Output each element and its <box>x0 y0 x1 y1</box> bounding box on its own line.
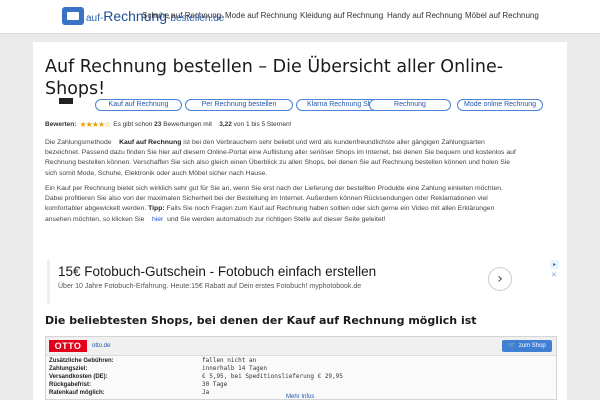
cart-icon: 🛒 <box>508 343 516 349</box>
rating-score-suffix: von 1 bis 5 Sternen! <box>233 121 292 128</box>
otto-logo[interactable]: OTTO <box>49 340 87 352</box>
intro-paragraph: Die Zahlungsmethode Kauf auf Rechnung is… <box>45 138 520 179</box>
nav-item-moebel[interactable]: Möbel auf Rechnung <box>465 11 539 20</box>
para1-start: Die Zahlungsmethode <box>45 139 112 146</box>
advertisement[interactable]: 15€ Fotobuch-Gutschein - Fotobuch einfac… <box>47 260 559 304</box>
shops-section-title: Die beliebtesten Shops, bei denen der Ka… <box>45 314 477 327</box>
nav-item-schuhe[interactable]: Schuhe auf Rechnung <box>142 11 221 20</box>
to-shop-button[interactable]: 🛒 zum Shop <box>502 340 552 352</box>
to-shop-label: zum Shop <box>518 343 546 349</box>
nav-item-handy[interactable]: Handy auf Rechnung <box>387 11 462 20</box>
shop-card-otto: OTTO otto.de 🛒 zum Shop Zusätzliche Gebüh… <box>45 336 557 400</box>
video-link[interactable]: hier <box>152 216 163 223</box>
top-navigation: auf-Rechnung-bestellen.de Schuhe auf Rec… <box>0 0 600 34</box>
shop-url[interactable]: otto.de <box>92 343 110 349</box>
shop-row-key: Zahlungsziel: <box>49 366 88 372</box>
logo-prefix: auf- <box>86 13 104 24</box>
shop-row-key: Zusätzliche Gebühren: <box>49 358 114 364</box>
shop-row-value: innerhalb 14 Tagen <box>202 365 268 372</box>
adchoices-icon[interactable]: ▸ <box>550 260 559 269</box>
rating-row: Bewerten: ★★★★☆ Es gibt schon 23 Bewertu… <box>45 120 292 129</box>
rating-count-suffix: Bewertungen mit <box>163 121 212 128</box>
shop-row-value: 30 Tage <box>202 381 228 388</box>
shop-row-key: Versandkosten (DE): <box>49 374 108 380</box>
ad-title[interactable]: 15€ Fotobuch-Gutschein - Fotobuch einfac… <box>58 264 376 279</box>
ad-subtitle: Über 10 Jahre Fotobuch-Erfahrung. Heute:… <box>58 283 362 290</box>
info-paragraph: Ein Kauf per Rechnung bietet sich wirkli… <box>45 184 520 225</box>
tag-kauf-auf-rechnung[interactable]: Kauf auf Rechnung <box>95 99 182 111</box>
nav-item-kleidung[interactable]: Kleidung auf Rechnung <box>300 11 383 20</box>
more-info-link[interactable]: Mehr Infos <box>286 394 314 400</box>
star-rating-icon[interactable]: ★★★★☆ <box>79 120 111 129</box>
para1-rest: ist bei den Verbrauchern sehr beliebt un… <box>45 139 516 177</box>
para2-end: und Sie werden automatisch zur richtigen… <box>167 215 386 223</box>
ad-close-icon[interactable]: ✕ <box>551 271 557 279</box>
para1-bold: Kauf auf Rechnung <box>119 139 182 146</box>
ad-arrow-icon[interactable]: › <box>488 267 512 291</box>
rating-prefix: Es gibt schon <box>113 121 153 128</box>
tag-rechnung[interactable]: Rechnung <box>369 99 451 111</box>
shop-row-value: Ja <box>202 389 210 396</box>
tip-label: Tipp: <box>148 205 165 213</box>
content-panel: Auf Rechnung bestellen – Die Übersicht a… <box>33 42 567 400</box>
page-title: Auf Rechnung bestellen – Die Übersicht a… <box>45 57 504 99</box>
tag-per-rechnung-bestellen[interactable]: Per Rechnung bestellen <box>185 99 293 111</box>
logo-icon <box>62 7 84 25</box>
rating-count: 23 <box>154 121 162 128</box>
title-image-fragment <box>59 98 73 104</box>
shop-row-key: Ratenkauf möglich: <box>49 390 105 396</box>
tag-mode-online-rechnung[interactable]: Mode online Rechnung <box>457 99 543 111</box>
shop-row-value: fallen nicht an <box>202 357 257 364</box>
shop-row-key: Rückgabefrist: <box>49 382 92 388</box>
shop-card-header: OTTO otto.de 🛒 zum Shop <box>46 337 556 356</box>
shop-row-value: € 5,95, bei Speditionslieferung € 29,95 <box>202 373 343 380</box>
rating-label: Bewerten: <box>45 121 77 128</box>
nav-item-mode[interactable]: Mode auf Rechnung <box>225 11 297 20</box>
rating-score: 3,22 <box>219 121 232 128</box>
